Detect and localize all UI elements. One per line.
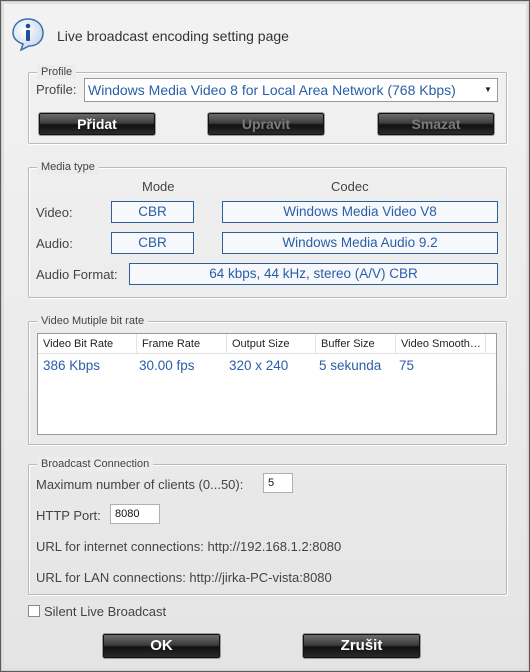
video-codec-field: Windows Media Video V8: [222, 201, 498, 223]
profile-select[interactable]: Windows Media Video 8 for Local Area Net…: [84, 78, 498, 102]
lan-url-text: URL for LAN connections: http://jirka-PC…: [36, 570, 332, 585]
delete-profile-button[interactable]: Smazat: [378, 113, 494, 135]
column-video-bit-rate[interactable]: Video Bit Rate: [38, 334, 137, 354]
column-frame-rate[interactable]: Frame Rate: [137, 334, 227, 354]
bitrate-list-header: Video Bit Rate Frame Rate Output Size Bu…: [38, 334, 496, 354]
http-port-label: HTTP Port:: [36, 508, 101, 523]
column-output-size[interactable]: Output Size: [227, 334, 316, 354]
audio-format-label: Audio Format:: [36, 267, 118, 282]
profile-group: Profile Profile: Windows Media Video 8 f…: [28, 65, 507, 144]
chevron-down-icon[interactable]: ▼: [479, 79, 497, 101]
cancel-button[interactable]: Zrušit: [303, 634, 420, 658]
column-video-smoothness[interactable]: Video Smooth…: [396, 334, 486, 354]
encoding-dialog: Live broadcast encoding setting page Pro…: [0, 0, 530, 672]
ok-button[interactable]: OK: [103, 634, 220, 658]
cell-video-smoothness: 75: [399, 358, 415, 373]
internet-url-text: URL for internet connections: http://192…: [36, 539, 342, 554]
bitrate-group: Video Mutiple bit rate Video Bit Rate Fr…: [28, 314, 507, 445]
max-clients-input[interactable]: 5: [263, 473, 293, 493]
cell-buffer-size: 5 sekunda: [319, 358, 382, 373]
profile-legend: Profile: [37, 65, 77, 79]
max-clients-label: Maximum number of clients (0...50):: [36, 477, 244, 492]
audio-codec-field: Windows Media Audio 9.2: [222, 232, 498, 254]
cell-video-bit-rate: 386 Kbps: [43, 358, 101, 373]
video-mode-field: CBR: [111, 201, 194, 223]
audio-label: Audio:: [36, 236, 73, 251]
silent-broadcast-checkbox[interactable]: [28, 605, 40, 617]
profile-label: Profile:: [36, 82, 77, 97]
audio-mode-field: CBR: [111, 232, 194, 254]
edit-profile-button[interactable]: Upravit: [208, 113, 324, 135]
silent-broadcast-label[interactable]: Silent Live Broadcast: [44, 604, 166, 619]
media-type-group: Media type Mode Codec Video: CBR Windows…: [28, 160, 507, 298]
cell-frame-rate: 30.00 fps: [139, 358, 195, 373]
dialog-header: Live broadcast encoding setting page: [11, 17, 511, 53]
codec-column-header: Codec: [331, 179, 369, 194]
info-icon: [11, 17, 45, 52]
cell-output-size: 320 x 240: [229, 358, 289, 373]
broadcast-connection-legend: Broadcast Connection: [37, 457, 154, 471]
profile-selected-value: Windows Media Video 8 for Local Area Net…: [88, 82, 456, 98]
column-buffer-size[interactable]: Buffer Size: [316, 334, 396, 354]
audio-format-field: 64 kbps, 44 kHz, stereo (A/V) CBR: [129, 263, 498, 285]
http-port-input[interactable]: 8080: [110, 504, 160, 524]
bitrate-list[interactable]: Video Bit Rate Frame Rate Output Size Bu…: [37, 333, 497, 435]
media-type-legend: Media type: [37, 160, 99, 174]
bitrate-legend: Video Mutiple bit rate: [37, 314, 149, 328]
video-label: Video:: [36, 205, 73, 220]
broadcast-connection-group: Broadcast Connection Maximum number of c…: [28, 457, 507, 595]
mode-column-header: Mode: [142, 179, 175, 194]
add-profile-button[interactable]: Přidat: [39, 113, 155, 135]
page-title: Live broadcast encoding setting page: [57, 28, 289, 44]
